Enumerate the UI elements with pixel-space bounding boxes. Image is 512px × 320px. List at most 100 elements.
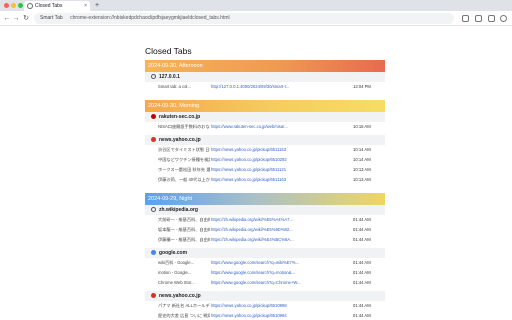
tab-url-link[interactable]: https://news.yahoo.co.jp/pickup/6511121 — [211, 165, 321, 175]
list-item[interactable]: 坂本龍一 - 維基百科、自由的... https://zh.wikipedia.o… — [145, 225, 385, 235]
tab-title: 中国などワクチン接種を検討 健康... — [158, 157, 210, 162]
tab-url-link[interactable]: https://zh.wikipedia.org/wiki/%E5%A4%A7.… — [211, 215, 321, 225]
tab-url-link[interactable]: https://news.yahoo.co.jp/pickup/6510994 — [211, 311, 321, 320]
tab-time: 10:15 AM — [353, 124, 371, 129]
tab-url-link[interactable]: https://news.yahoo.co.jp/pickup/6510998 — [211, 301, 321, 311]
site-name: news.yahoo.co.jp — [159, 137, 201, 143]
tab-time: 01:44 AM — [353, 303, 371, 308]
tab-closed-tabs[interactable]: Closed Tabs × — [24, 1, 90, 11]
tab-time: 01:44 AM — [353, 280, 371, 285]
tab-url-link[interactable]: https://news.yahoo.co.jp/pickup/6511163 — [211, 175, 321, 185]
tab-time: 10:14 AM — [353, 157, 371, 162]
site-header-google[interactable]: google.com — [145, 248, 385, 258]
tab-time: 10:14 AM — [353, 147, 371, 152]
tab-url-link[interactable]: https://news.yahoo.co.jp/pickup/6511153 — [211, 145, 321, 155]
forward-icon[interactable]: → — [12, 11, 20, 26]
list-item[interactable]: ホークス一塁松田 秋年先 選手...https://news.yahoo.co.… — [145, 165, 385, 175]
tab-title: Chrome Web Stor... — [158, 280, 195, 285]
tab-title: 渋谷区でタイミスト状態 日本代... — [158, 147, 210, 152]
tab-strip: Closed Tabs × + — [0, 0, 512, 11]
reload-icon[interactable]: ↻ — [22, 11, 30, 26]
tab-url-link[interactable]: https://www.google.com/search?q=motion&.… — [211, 268, 321, 278]
tab-title: 大前研一 - 維基百科、自由的... — [158, 217, 210, 222]
back-icon[interactable]: ← — [3, 11, 11, 26]
rakuten-icon — [151, 114, 156, 119]
list-item[interactable]: 歴史的大差 広島 ついに 戦局以...https://news.yahoo.co… — [145, 311, 385, 320]
tab-time: 01:44 AM — [353, 237, 371, 242]
tab-title: Smart tab: a col... — [158, 84, 191, 89]
list-item[interactable]: 渋谷区でタイミスト状態 日本代...https://news.yahoo.co.… — [145, 145, 385, 155]
tab-title: motion - Google... — [158, 270, 192, 275]
tab-url-link[interactable]: https://www.google.com/search?q=wiki%E7%… — [211, 258, 321, 268]
tab-title: wiki百科 - Google... — [158, 260, 195, 265]
site-name: 127.0.0.1 — [159, 74, 180, 80]
tab-title: パナマ 新社名 ALLホールディ... — [158, 303, 210, 308]
site-name: google.com — [159, 250, 188, 256]
tab-time: 01:44 AM — [353, 260, 371, 265]
globe-icon — [151, 74, 156, 79]
list-item[interactable]: 中国などワクチン接種を検討 健康...https://news.yahoo.co… — [145, 155, 385, 165]
site-name: zh.wikipedia.org — [159, 207, 198, 213]
list-item[interactable]: 大前研一 - 維基百科、自由的... https://zh.wikipedia.o… — [145, 215, 385, 225]
window-minimize-button[interactable] — [11, 3, 16, 8]
new-tab-button[interactable]: + — [95, 0, 99, 11]
site-header-127-0-0-1[interactable]: 127.0.0.1 — [145, 72, 385, 82]
bookmark-star-icon[interactable] — [475, 15, 482, 22]
address-url: chrome-extension://nbiskedpdchaoclipdfsj… — [70, 15, 230, 21]
tab-url-link[interactable]: https://zh.wikipedia.org/wiki/%E4%BC%8A.… — [211, 235, 321, 245]
tab-url-link[interactable]: https://www.google.com/search?q=Chrome+W… — [211, 278, 321, 288]
window-zoom-button[interactable] — [18, 3, 23, 8]
page-content: Closed Tabs 2024-09-30, Afternoon 127.0.… — [0, 27, 512, 320]
profile-avatar-icon[interactable] — [500, 15, 507, 22]
tab-time: 10:13 AM — [353, 167, 371, 172]
site-header-yahoo-news[interactable]: news.yahoo.co.jp — [145, 291, 385, 301]
list-item[interactable]: motion - Google... https://www.google.com… — [145, 268, 385, 278]
google-icon — [151, 250, 156, 255]
tab-title: 坂本龍一 - 維基百科、自由的... — [158, 227, 210, 232]
tab-title: NISA口座開設手数料のおなじ... — [158, 124, 210, 129]
list-item[interactable]: 伊藤沙莉、一般 40代以上から...https://news.yahoo.co.… — [145, 175, 385, 185]
tab-title: ホークス一塁松田 秋年先 選手... — [158, 167, 210, 172]
site-name: rakuten-sec.co.jp — [159, 114, 201, 120]
tab-url-link[interactable]: http://127.0.0.1:4000/2024/09/30/smart-t… — [211, 82, 321, 92]
tab-title: 歴史的大差 広島 ついに 戦局以... — [158, 313, 210, 318]
tab-time: 10:13 AM — [353, 177, 371, 182]
site-header-rakuten[interactable]: rakuten-sec.co.jp — [145, 112, 385, 122]
site-header-yahoo-news[interactable]: news.yahoo.co.jp — [145, 135, 385, 145]
group-header: 2024-09-30, Afternoon — [145, 60, 385, 72]
extension-chip: Smart Tab — [40, 15, 63, 21]
yahoo-icon — [151, 137, 156, 142]
extensions-puzzle-icon[interactable] — [488, 15, 495, 22]
tab-time: 01:44 AM — [353, 270, 371, 275]
tab-time: 12:04 PM — [353, 84, 371, 89]
tab-url-link[interactable]: https://www.rakuten-sec.co.jp/web/nisa/.… — [211, 122, 321, 132]
tab-time: 01:44 AM — [353, 313, 371, 318]
wikipedia-icon — [151, 207, 156, 212]
yahoo-icon — [151, 293, 156, 298]
group-night: 2024-09-29, Night zh.wikipedia.org 大前研一 … — [145, 193, 385, 320]
list-item[interactable]: Smart tab: a col... http://127.0.0.1:4000… — [145, 82, 385, 92]
translate-icon[interactable] — [462, 15, 469, 22]
site-header-wikipedia[interactable]: zh.wikipedia.org — [145, 205, 385, 215]
tab-url-link[interactable]: https://zh.wikipedia.org/wiki/%E5%9D%82.… — [211, 225, 321, 235]
tab-title: 伊藤沙莉、一般 40代以上から... — [158, 177, 210, 182]
list-item[interactable]: パナマ 新社名 ALLホールディ...https://news.yahoo.co… — [145, 301, 385, 311]
group-afternoon: 2024-09-30, Afternoon 127.0.0.1 Smart ta… — [145, 60, 385, 92]
list-item[interactable]: wiki百科 - Google... https://www.google.com… — [145, 258, 385, 268]
tab-close-icon[interactable]: × — [84, 1, 87, 11]
tab-title: 伊藤穰一 - 維基百科、自由的... — [158, 237, 210, 242]
list-item[interactable]: 伊藤穰一 - 維基百科、自由的... https://zh.wikipedia.o… — [145, 235, 385, 245]
tab-url-link[interactable]: https://news.yahoo.co.jp/pickup/6510292 — [211, 155, 321, 165]
smart-tab-favicon-icon — [27, 3, 33, 9]
list-item[interactable]: Chrome Web Stor... https://www.google.com… — [145, 278, 385, 288]
browser-toolbar: ← → ↻ Smart Tab chrome-extension://nbisk… — [0, 11, 512, 26]
group-header: 2024-09-30, Morning — [145, 100, 385, 112]
site-name: news.yahoo.co.jp — [159, 293, 201, 299]
tab-time: 01:44 AM — [353, 227, 371, 232]
window-close-button[interactable] — [4, 3, 9, 8]
list-item[interactable]: NISA口座開設手数料のおなじ...https://www.rakuten-se… — [145, 122, 385, 132]
page-title: Closed Tabs — [145, 46, 192, 56]
group-header: 2024-09-29, Night — [145, 193, 385, 205]
address-bar[interactable]: Smart Tab chrome-extension://nbiskedpdch… — [34, 13, 454, 24]
tab-title: Closed Tabs — [35, 3, 63, 9]
